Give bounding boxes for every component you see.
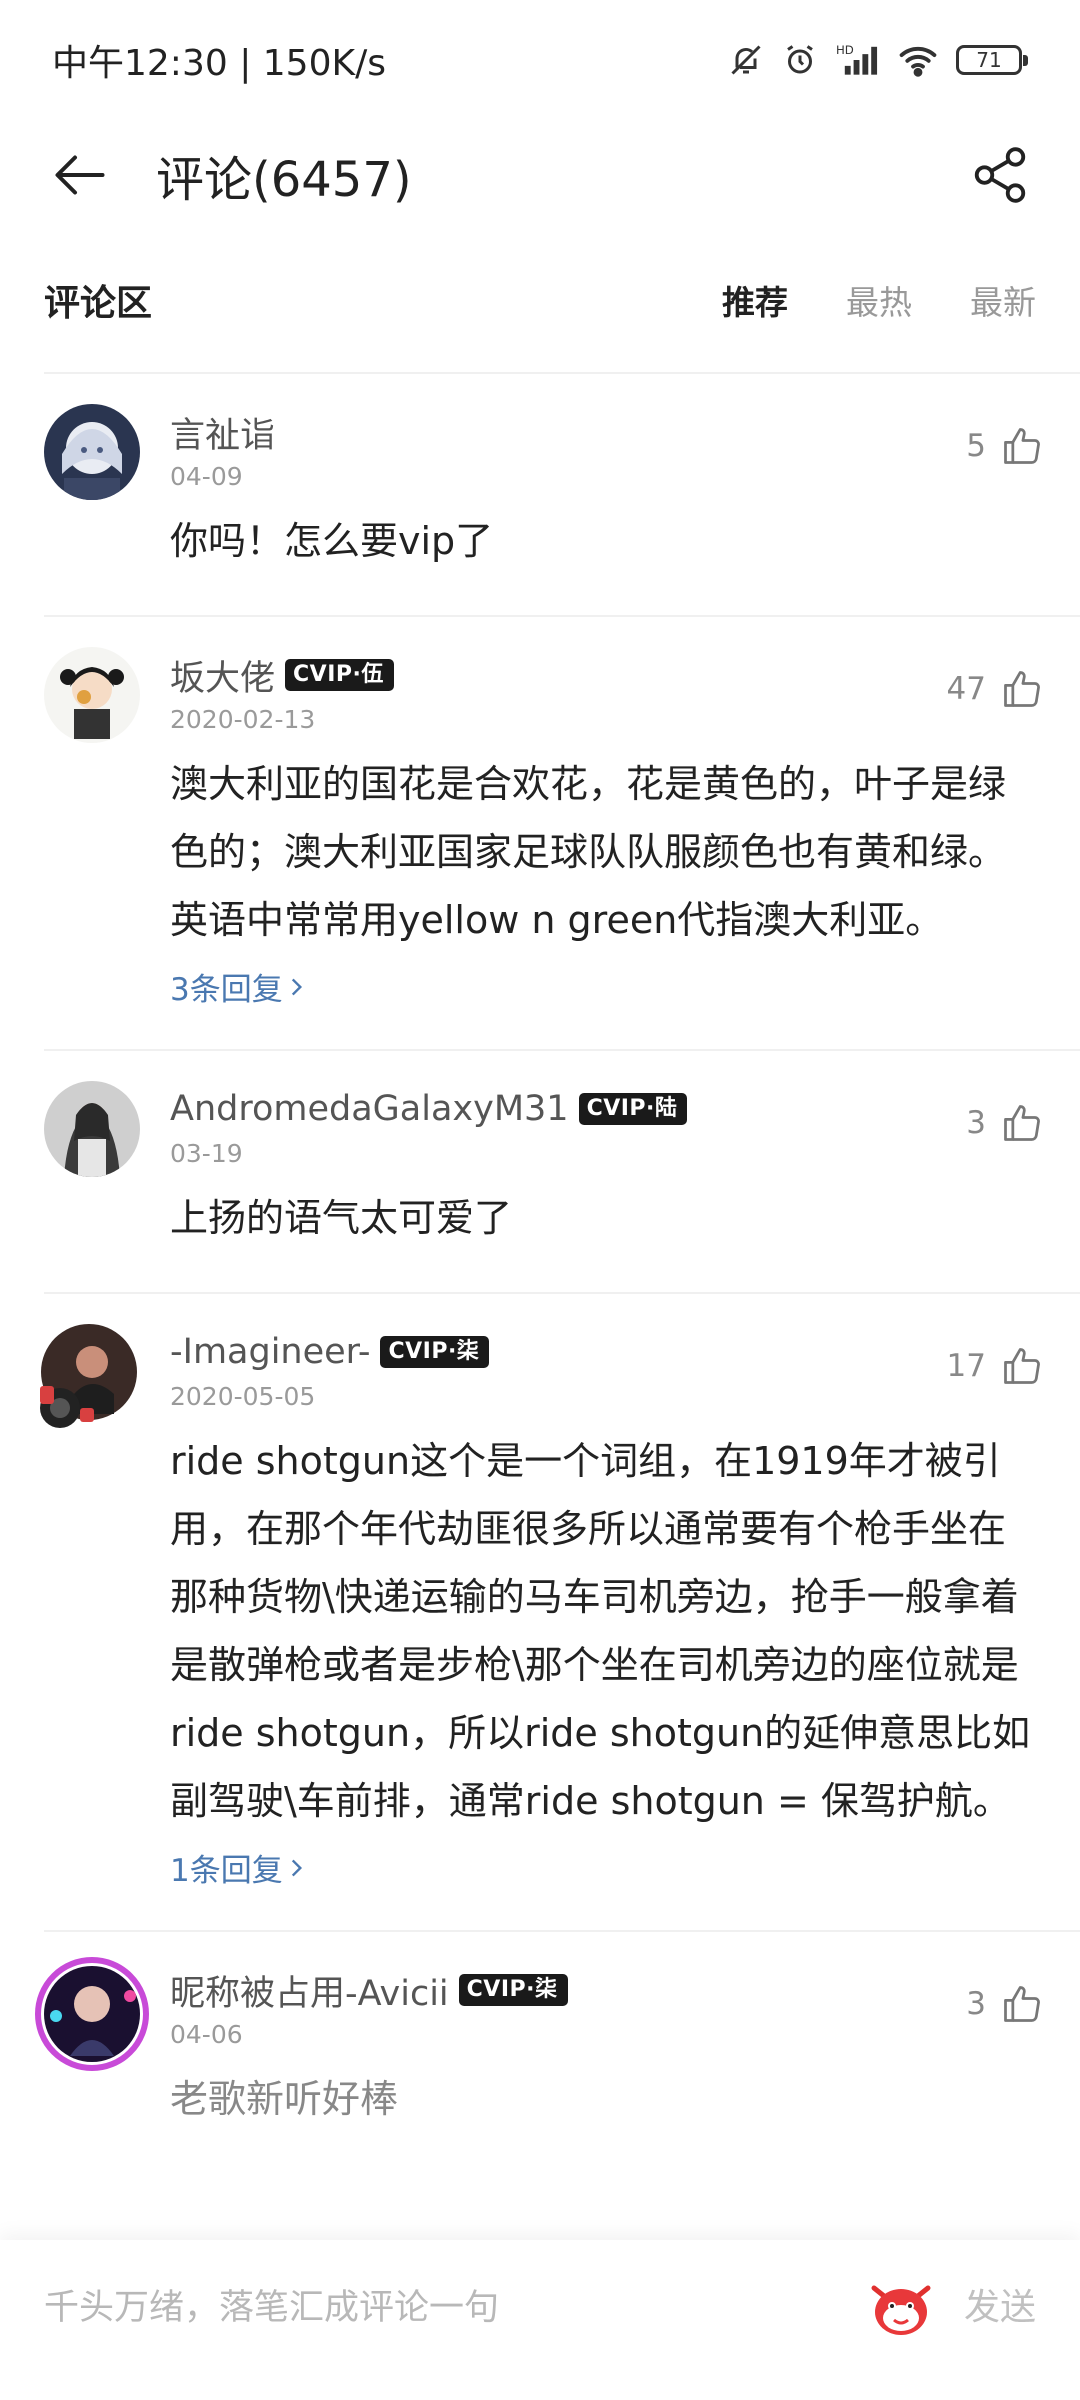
status-bar: 中午12:30 | 150K/s HD 71 [0,0,1080,120]
like-count: 47 [946,671,986,707]
comment-section-header: 评论区 推荐 最热 最新 [0,255,1080,345]
like-count: 17 [946,1348,986,1384]
comment-username[interactable]: -Imagineer- [170,1332,370,1372]
comment-username[interactable]: 言祉诣 [170,407,275,458]
title-bar: 评论(6457) [0,120,1080,230]
view-replies-link[interactable]: 1条回复 [170,1845,1040,1890]
wifi-icon [898,42,938,78]
replies-label: 1条回复 [170,1853,283,1889]
comment-item: 昵称被占用-Avicii CVIP·柒 04-06 老歌新听好棒 3 [35,1930,1080,2173]
like-count: 5 [966,428,986,464]
comment-username[interactable]: 坂大佬 [170,650,275,701]
share-icon [974,147,1026,203]
comment-text: 上扬的语气太可爱了 [170,1196,513,1240]
status-time-speed: 中午12:30 | 150K/s [52,43,386,84]
battery-icon: 71 [956,45,1028,75]
emoji-button[interactable] [868,2278,934,2338]
like-button[interactable]: 17 [947,1344,1044,1388]
comment-item: -Imagineer- CVIP·柒 2020-05-05 ride shotg… [40,1292,1080,1930]
comment-date: 03-19 [170,1139,243,1168]
alarm-icon [782,42,818,78]
like-button[interactable]: 5 [966,424,1044,468]
svg-text:HD: HD [836,43,854,57]
avatar[interactable] [44,404,140,500]
comment-username[interactable]: AndromedaGalaxyM31 [170,1089,569,1129]
comment-date: 2020-05-05 [170,1382,316,1411]
bell-off-icon [728,42,764,78]
comment-username[interactable]: 昵称被占用-Avicii [170,1965,449,2016]
vip-badge: CVIP·陆 [578,1093,688,1125]
comment-text: 你吗！怎么要vip了 [170,519,494,563]
comment-input-bar: 千头万绪，落笔汇成评论一句 发送 [0,2240,1080,2400]
vip-badge: CVIP·伍 [285,659,394,691]
avatar[interactable] [35,1957,149,2071]
comment-date: 04-06 [170,2020,243,2049]
like-button[interactable]: 3 [966,1982,1044,2026]
comment-date: 04-09 [170,462,243,491]
avatar[interactable] [44,1081,140,1177]
comment-text: ride shotgun这个是一个词组，在1919年才被引用，在那个年代劫匪很多… [170,1439,1031,1823]
avatar[interactable] [44,647,140,743]
comment-list: 言祉诣 04-09 你吗！怎么要vip了 5 坂大佬 CVIP·伍 2020-0… [0,372,1080,2173]
comment-text: 老歌新听好棒 [170,2077,399,2121]
like-count: 3 [966,1986,986,2022]
page-title: 评论(6457) [156,152,412,208]
avatar[interactable] [40,1324,140,1428]
tab-recommended[interactable]: 推荐 [722,276,788,324]
comment-item: AndromedaGalaxyM31 CVIP·陆 03-19 上扬的语气太可爱… [44,1049,1080,1292]
back-button[interactable] [40,135,120,215]
replies-label: 3条回复 [170,972,283,1008]
chevron-right-icon [291,1859,302,1876]
thumbs-up-icon [1004,1986,1040,2022]
chevron-right-icon [291,978,302,995]
tab-hottest[interactable]: 最热 [846,276,912,324]
emoji-face-icon [871,2285,931,2335]
comment-input[interactable]: 千头万绪，落笔汇成评论一句 [44,2278,868,2338]
comment-item: 坂大佬 CVIP·伍 2020-02-13 澳大利亚的国花是合欢花，花是黄色的，… [44,615,1080,1049]
status-icons: HD 71 [728,42,1028,78]
vip-badge: CVIP·柒 [380,1336,490,1368]
comment-date: 2020-02-13 [170,705,316,734]
thumbs-up-icon [1004,1105,1040,1141]
arrow-left-icon [55,155,105,195]
vip-badge: CVIP·柒 [458,1974,568,2006]
thumbs-up-icon [1004,428,1040,464]
comment-text: 澳大利亚的国花是合欢花，花是黄色的，叶子是绿色的；澳大利亚国家足球队队服颜色也有… [170,762,1007,942]
section-label: 评论区 [44,283,153,324]
share-button[interactable] [960,135,1040,215]
thumbs-up-icon [1004,1348,1040,1384]
view-replies-link[interactable]: 3条回复 [170,964,1040,1009]
send-button[interactable]: 发送 [964,2278,1036,2338]
like-button[interactable]: 47 [947,667,1044,711]
tab-newest[interactable]: 最新 [970,276,1036,324]
like-button[interactable]: 3 [966,1101,1044,1145]
thumbs-up-icon [1004,671,1040,707]
hd-signal-icon: HD [836,42,880,78]
like-count: 3 [966,1105,986,1141]
comment-item: 言祉诣 04-09 你吗！怎么要vip了 5 [44,372,1080,615]
